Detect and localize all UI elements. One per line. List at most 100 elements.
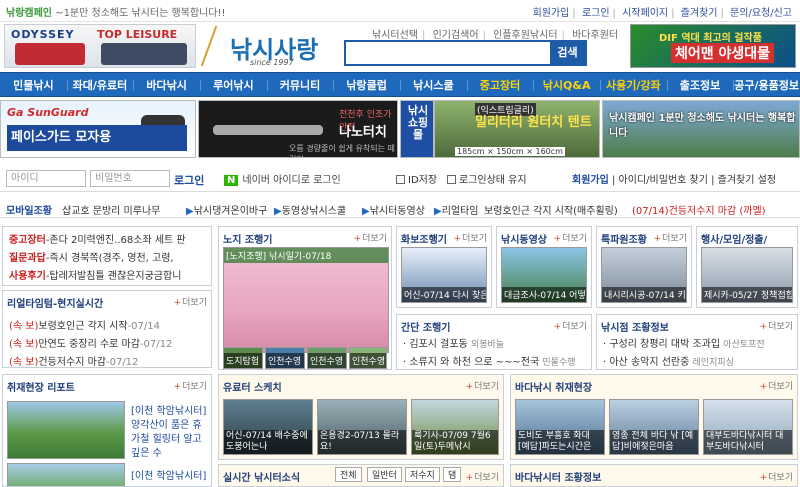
sea-thumb[interactable]: 도비도 부흥호 화대 [예답]파도는시간은	[515, 399, 605, 455]
panel-title: 간단 조행기	[401, 323, 451, 334]
nojo-strip-thumb[interactable]: 인천수영	[265, 347, 305, 369]
ticker-item[interactable]: 샵교호 문방리 미루나무	[62, 202, 160, 217]
more-link[interactable]: 더보기	[654, 231, 687, 244]
startpage-link[interactable]: 시작페이지	[622, 8, 668, 19]
ad-right-line2: 체어맨 야생대물	[671, 43, 775, 63]
login-link[interactable]: 로그인	[582, 8, 610, 19]
more-link[interactable]: 더보기	[174, 295, 207, 308]
banner-tent-size: 185cm × 150cm × 160cm	[455, 147, 565, 156]
find-account-link[interactable]: 아이디/비밀번호 찾기	[619, 175, 708, 186]
more-link[interactable]: 더보기	[466, 379, 499, 392]
tab-all[interactable]: 전체	[335, 467, 362, 482]
more-link[interactable]: 더보기	[760, 319, 793, 332]
report-thumbnail[interactable]	[7, 401, 125, 459]
banner-shopping[interactable]: 낚시쇼핑몰	[400, 100, 434, 158]
header-ad-right[interactable]: DIF 역대 최고의 걸작품 체어맨 야생대물	[630, 24, 796, 68]
signup-link[interactable]: 회원가입	[572, 175, 609, 186]
list-item[interactable]: (속 보)만연도 중장리 수로 마감-07/12	[9, 335, 172, 350]
list-item[interactable]: 중고장터-존다 2미력엔진..68소좌 세트 판	[9, 231, 186, 246]
video-thumbnail[interactable]: 대금조사-07/14 어떻게할	[501, 247, 587, 303]
special-thumbnail[interactable]: 내시리시공-07/14 키다리낚시터 허리급	[601, 247, 687, 303]
paid-pond-thumb[interactable]: 온용경2-07/13 몰라요!	[317, 399, 407, 455]
more-link[interactable]: 더보기	[454, 231, 487, 244]
save-id-checkbox[interactable]: ID저장	[396, 171, 437, 186]
report-thumbnail[interactable]	[7, 463, 125, 486]
more-link[interactable]: 더보기	[554, 231, 587, 244]
nojo-strip-thumb[interactable]: 인천수영	[307, 347, 347, 369]
keep-login-checkbox[interactable]: 로그인상태 유지	[447, 171, 527, 186]
list-item[interactable]: · 구성리 창평리 대박 조과입 아산토프전	[603, 335, 765, 350]
ticker-item[interactable]: ▶낚시터동영상	[362, 202, 425, 217]
contact-link[interactable]: 문의/요청/신고	[730, 8, 792, 19]
nav-item[interactable]: 바다낚시	[133, 73, 200, 98]
paid-pond-thumb[interactable]: 어신-07/14 배수중에도붕어는나	[223, 399, 313, 455]
nav-item[interactable]: 낚시스쿨	[400, 73, 467, 98]
ticker-item[interactable]: 보령호인근 각지 시작(매주휠링)	[484, 202, 618, 217]
banner-tent[interactable]: (익스트림글리) 밀리터리 원터치 텐트 185cm × 150cm × 160…	[434, 100, 600, 158]
nojo-strip-thumb[interactable]: 도지탐험	[223, 347, 263, 369]
nav-item[interactable]: 커뮤니티	[267, 73, 334, 98]
quick-links: 낚시터선택 | 인기검색어 | 인플후원낚시터 | 바다후원터	[372, 30, 619, 41]
nav-item[interactable]: 루어낚시	[200, 73, 267, 98]
more-link[interactable]: 더보기	[554, 319, 587, 332]
search-input[interactable]	[346, 42, 546, 64]
site-logo[interactable]: 낚시사랑 since 1997	[200, 26, 328, 68]
more-link[interactable]: 더보기	[760, 379, 793, 392]
sea-thumb[interactable]: 대부도바다낚시터 대부도바다낚시터	[703, 399, 793, 455]
signup-link[interactable]: 회원가입	[533, 8, 570, 19]
more-link[interactable]: 더보기	[174, 379, 207, 392]
bookmark-setting-link[interactable]: 즐겨찾기 설정	[718, 175, 776, 186]
ticker-item[interactable]: (07/14)건등저수지 마감 (까멜)	[632, 202, 766, 217]
list-item[interactable]: 질문과답-즉시 경북쪽(경주, 영천, 고령,	[9, 249, 174, 264]
list-item[interactable]: (속 보)건등저수지 마감-07/12	[9, 353, 138, 367]
list-item[interactable]: · 소류지 와 하천 으로 ~~~전국 민물수행	[403, 353, 576, 368]
more-link[interactable]: 더보기	[760, 470, 793, 483]
nav-item[interactable]: 좌대/유료터	[67, 73, 134, 98]
bookmark-link[interactable]: 즐겨찾기	[681, 8, 718, 19]
id-input[interactable]: 아이디	[6, 170, 86, 187]
nav-item[interactable]: 민물낚시	[0, 73, 67, 98]
nojo-main-image[interactable]: [노지조행] 낚시일기-07/18	[223, 247, 389, 353]
sea-thumb[interactable]: 영종 전체 바다 낚 [예답]비에젖은마음	[609, 399, 699, 455]
banner-shop-text: 낚시쇼핑몰	[407, 104, 429, 141]
nav-item[interactable]: 낚랑클럽	[333, 73, 400, 98]
list-item[interactable]: 사용후기-탑레저발침틀 괜찮은지궁금합니	[9, 267, 181, 282]
panel-title: 실시간 낚시터소식	[223, 473, 301, 484]
nav-item[interactable]: 사용기/강좌	[600, 73, 667, 98]
nav-item[interactable]: 낚시Q&A	[533, 73, 600, 98]
event-thumbnail[interactable]: 제시카-05/27 정책접합식(예양수	[701, 247, 793, 303]
ticker-item[interactable]: ▶동영상낚시스쿨	[274, 202, 346, 217]
nav-item[interactable]: 출조정보	[667, 73, 734, 98]
event-panel: 행사/모임/정출/ 제시카-05/27 정책접합식(예양수	[696, 226, 798, 308]
password-input[interactable]: 비밀번호	[90, 170, 170, 187]
list-item[interactable]: · 김포시 걸포동 외봉바늘	[403, 335, 504, 350]
ad-brand-odyssey: ODYSSEY	[11, 28, 75, 41]
list-item[interactable]: (속 보)보령호인근 각지 시작-07/14	[9, 317, 160, 332]
header-ad-left[interactable]: ODYSSEY TOP LEISURE	[4, 24, 196, 68]
tab-reservoir[interactable]: 저수지	[405, 467, 440, 482]
tab-dam[interactable]: 댐	[443, 467, 462, 482]
search-button[interactable]: 검색	[550, 42, 585, 64]
table-image	[15, 43, 85, 65]
nojo-strip-thumb[interactable]: 인천수영	[349, 347, 387, 369]
report-caption[interactable]: [이천 학암낚시터]	[131, 467, 209, 482]
ticker-item[interactable]: ▶낚시댕겨온이바구	[186, 202, 267, 217]
panel-title: 유료터 스케치	[223, 383, 282, 394]
short-log-panel: 간단 조행기 더보기 · 김포시 걸포동 외봉바늘 · 소류지 와 하천 으로 …	[396, 314, 592, 370]
nav-item[interactable]: 공구/용품정보	[733, 73, 800, 98]
more-link[interactable]: 더보기	[466, 470, 499, 483]
banner-campaign[interactable]: 낚시캠페인 1분만 청소해도 낚시터는 행복합니다	[602, 100, 800, 158]
tab-general[interactable]: 일반터	[367, 467, 402, 482]
login-button[interactable]: 로그인	[174, 172, 204, 188]
nav-divider	[600, 80, 601, 91]
naver-login[interactable]: N 네이버 아이디로 로그인	[224, 171, 341, 186]
banner-nanotouch[interactable]: 전천후 인조가 안전 나노터치 오름 경량줄이 쉽게 유착되는 떼림형	[198, 100, 398, 158]
banner-sunguard[interactable]: Ga SunGuard 페이스가드 모자용	[0, 100, 196, 158]
more-link[interactable]: 더보기	[354, 231, 387, 244]
ticker-item[interactable]: ▶리얼타임	[434, 202, 479, 217]
photo-thumbnail[interactable]: 어신-07/14 다시 찾은 만금호 우	[401, 247, 487, 303]
report-caption[interactable]: [이천 학암낚시터] 양각산이 품은 휴가철 힐링터 알고 깊은 수	[131, 405, 209, 461]
list-item[interactable]: · 아산 송악지 선란중 레인지피싱	[603, 353, 734, 368]
nav-item[interactable]: 중고장터	[467, 73, 534, 98]
paid-pond-thumb[interactable]: 룩기사-07/09 7월6일(토)두메낚시	[411, 399, 499, 455]
